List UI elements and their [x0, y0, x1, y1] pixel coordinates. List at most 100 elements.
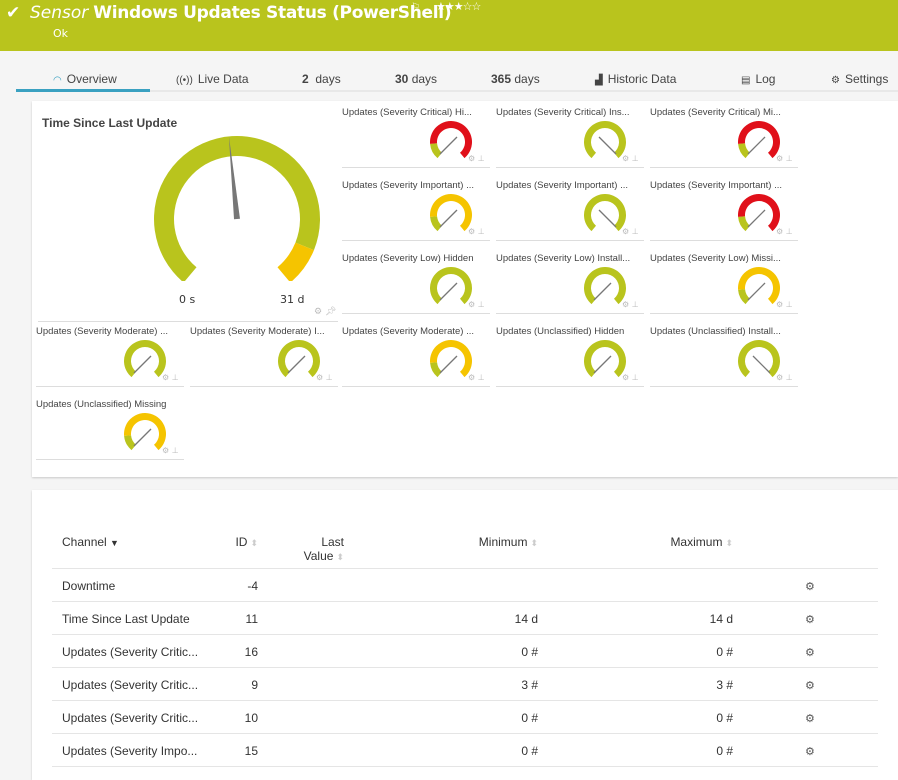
channel-name[interactable]: Updates (Severity Critic... — [52, 634, 202, 668]
pin-icon[interactable]: ⊥ — [326, 373, 333, 382]
gauge-tile[interactable]: Updates (Severity Low) Install... ⚙ ⊥ — [496, 247, 644, 317]
gauge-tools[interactable]: ⚙ ⊥ — [776, 300, 793, 309]
tab-overview[interactable]: ◠ Overview — [53, 72, 117, 86]
pin-icon[interactable]: 📌︎ — [325, 307, 336, 317]
gear-icon[interactable]: ⚙ — [622, 154, 629, 163]
column-channel[interactable]: Channel ▼ — [52, 530, 202, 569]
gauge-arc-normal — [584, 340, 626, 378]
tab-30-days[interactable]: 30 days — [395, 72, 437, 86]
table-row[interactable]: Updates (Severity Critic... 16 0 #0 # ⚙ — [52, 634, 878, 668]
gauge-tile[interactable]: Updates (Severity Important) ... ⚙ ⊥ — [496, 174, 644, 244]
gauge-tile[interactable]: Updates (Severity Moderate) I... ⚙ ⊥ — [190, 320, 338, 390]
tab-2-days[interactable]: 2 days — [302, 72, 341, 86]
flag-icon[interactable]: ⚐ — [411, 2, 420, 13]
table-row[interactable]: Time Since Last Update 11 14 d 14 d ⚙ — [52, 601, 878, 635]
gauge-tile[interactable]: Updates (Unclassified) Missing ⚙ ⊥ — [36, 393, 184, 463]
gear-icon[interactable]: ⚙ — [162, 446, 169, 455]
gear-icon[interactable]: ⚙ — [776, 227, 783, 236]
gauge-tile[interactable]: Updates (Severity Moderate) ... ⚙ ⊥ — [342, 320, 490, 390]
gear-icon[interactable]: ⚙ — [776, 373, 783, 382]
pin-icon[interactable]: ⊥ — [478, 373, 485, 382]
tab-log[interactable]: ▤ Log — [741, 72, 775, 86]
pin-icon[interactable]: ⊥ — [632, 227, 639, 236]
gauge-tile[interactable]: Updates (Severity Critical) Hi... ⚙ ⊥ — [342, 101, 490, 171]
column-maximum[interactable]: Maximum ⬍ — [544, 530, 739, 569]
tab-historic-data[interactable]: ▟ Historic Data — [595, 72, 676, 86]
gears-icon[interactable]: ⚙ — [805, 713, 815, 725]
gear-icon[interactable]: ⚙ — [622, 300, 629, 309]
column-last-value[interactable]: Last Value ⬍ — [264, 530, 344, 569]
channel-name[interactable]: Updates (Severity Critic... — [52, 667, 202, 701]
gears-icon[interactable]: ⚙ — [805, 746, 815, 758]
channel-name[interactable]: Downtime — [52, 568, 202, 602]
gauge-tools[interactable]: ⚙ 📌︎ — [314, 307, 336, 317]
channels-table: Channel ▼ ID ⬍ Last Value ⬍ Minimum ⬍ Maximu… — [52, 530, 878, 767]
gauge-tools[interactable]: ⚙ ⊥ — [622, 300, 639, 309]
gauge-tile[interactable]: Updates (Severity Critical) Ins... ⚙ ⊥ — [496, 101, 644, 171]
pin-icon[interactable]: ⊥ — [786, 300, 793, 309]
channel-name[interactable]: Updates (Severity Critic... — [52, 700, 202, 734]
gear-icon[interactable]: ⚙ — [468, 300, 475, 309]
gears-icon[interactable]: ⚙ — [805, 680, 815, 692]
pin-icon[interactable]: ⊥ — [786, 154, 793, 163]
gauge-tools[interactable]: ⚙ ⊥ — [776, 154, 793, 163]
channel-name[interactable]: Time Since Last Update — [52, 601, 202, 635]
gears-icon[interactable]: ⚙ — [805, 581, 815, 593]
gauge-tools[interactable]: ⚙ ⊥ — [468, 154, 485, 163]
gauge-tools[interactable]: ⚙ ⊥ — [622, 373, 639, 382]
pin-icon[interactable]: ⊥ — [172, 373, 179, 382]
gear-icon[interactable]: ⚙ — [468, 227, 475, 236]
pin-icon[interactable]: ⊥ — [632, 373, 639, 382]
gears-icon[interactable]: ⚙ — [805, 647, 815, 659]
tab-365-days[interactable]: 365 days — [491, 72, 540, 86]
gears-icon[interactable]: ⚙ — [805, 614, 815, 626]
gear-icon[interactable]: ⚙ — [468, 373, 475, 382]
gear-icon[interactable]: ⚙ — [776, 154, 783, 163]
gauge-tools[interactable]: ⚙ ⊥ — [776, 373, 793, 382]
gauge-tile[interactable]: Updates (Severity Important) ... ⚙ ⊥ — [650, 174, 798, 244]
table-row[interactable]: Updates (Severity Impo... 15 0 #0 # ⚙ — [52, 733, 878, 767]
gauge-tile[interactable]: Updates (Unclassified) Hidden ⚙ ⊥ — [496, 320, 644, 390]
channel-name[interactable]: Updates (Severity Impo... — [52, 733, 202, 767]
gauge-tile[interactable]: Updates (Severity Moderate) ... ⚙ ⊥ — [36, 320, 184, 390]
gauge-tools[interactable]: ⚙ ⊥ — [162, 446, 179, 455]
gear-icon[interactable]: ⚙ — [314, 307, 322, 317]
gauge-tile[interactable]: Updates (Severity Low) Missi... ⚙ ⊥ — [650, 247, 798, 317]
gauge-tile[interactable]: Updates (Severity Low) Hidden ⚙ ⊥ — [342, 247, 490, 317]
gear-icon[interactable]: ⚙ — [468, 154, 475, 163]
gear-icon[interactable]: ⚙ — [776, 300, 783, 309]
gauge-tile[interactable]: Updates (Severity Important) ... ⚙ ⊥ — [342, 174, 490, 244]
tab-live-data[interactable]: ((•)) Live Data — [176, 72, 249, 86]
table-row[interactable]: Downtime -4 ⚙ — [52, 568, 878, 602]
gauge-tile[interactable]: Updates (Unclassified) Install... ⚙ ⊥ — [650, 320, 798, 390]
pin-icon[interactable]: ⊥ — [172, 446, 179, 455]
table-row[interactable]: Updates (Severity Critic... 10 0 #0 # ⚙ — [52, 700, 878, 734]
gauge-tools[interactable]: ⚙ ⊥ — [622, 227, 639, 236]
column-minimum[interactable]: Minimum ⬍ — [344, 530, 544, 569]
table-row[interactable]: Updates (Severity Critic... 9 3 #3 # ⚙ — [52, 667, 878, 701]
column-id[interactable]: ID ⬍ — [202, 530, 264, 569]
gauge-tools[interactable]: ⚙ ⊥ — [468, 300, 485, 309]
gear-icon[interactable]: ⚙ — [622, 227, 629, 236]
pin-icon[interactable]: ⊥ — [478, 154, 485, 163]
pin-icon[interactable]: ⊥ — [786, 373, 793, 382]
priority-stars[interactable]: ★★★☆☆ — [436, 0, 481, 13]
gear-icon[interactable]: ⚙ — [316, 373, 323, 382]
gauge-tools[interactable]: ⚙ ⊥ — [622, 154, 639, 163]
sort-icon: ⬍ — [250, 538, 258, 548]
gauge-arc-normal — [430, 362, 443, 378]
gauge-tools[interactable]: ⚙ ⊥ — [776, 227, 793, 236]
pin-icon[interactable]: ⊥ — [478, 300, 485, 309]
gauge-tile[interactable]: Updates (Severity Critical) Mi... ⚙ ⊥ — [650, 101, 798, 171]
gauge-tools[interactable]: ⚙ ⊥ — [468, 373, 485, 382]
gauge-tools[interactable]: ⚙ ⊥ — [162, 373, 179, 382]
pin-icon[interactable]: ⊥ — [786, 227, 793, 236]
tab-settings[interactable]: ⚙ Settings — [831, 72, 888, 86]
gear-icon[interactable]: ⚙ — [162, 373, 169, 382]
pin-icon[interactable]: ⊥ — [478, 227, 485, 236]
gauge-tools[interactable]: ⚙ ⊥ — [468, 227, 485, 236]
gear-icon[interactable]: ⚙ — [622, 373, 629, 382]
gauge-tools[interactable]: ⚙ ⊥ — [316, 373, 333, 382]
pin-icon[interactable]: ⊥ — [632, 154, 639, 163]
pin-icon[interactable]: ⊥ — [632, 300, 639, 309]
